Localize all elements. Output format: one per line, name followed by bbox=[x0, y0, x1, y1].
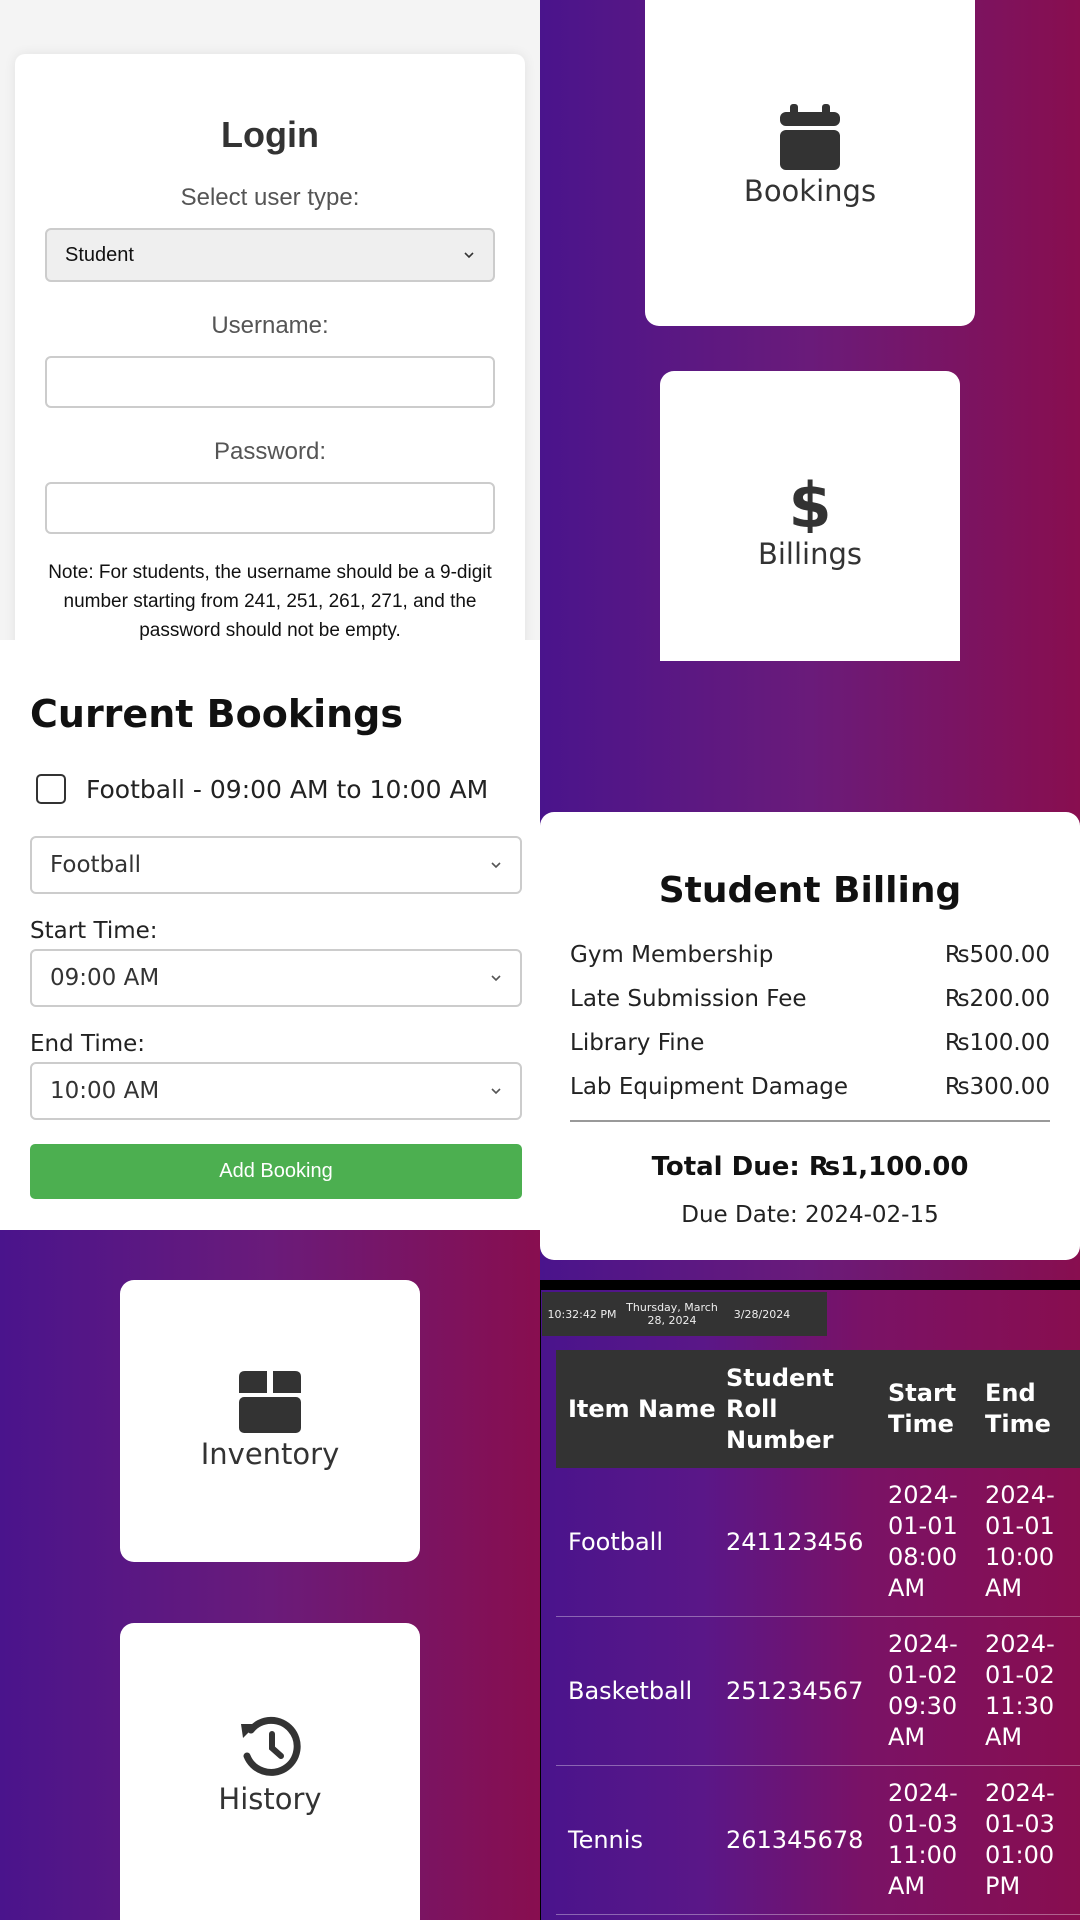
chevron-down-icon bbox=[491, 862, 501, 869]
column-header: End Time bbox=[985, 1379, 1051, 1438]
clock-time: 10:32:42 PM bbox=[547, 1307, 617, 1321]
clock-date-short: 3/28/2024 bbox=[733, 1307, 791, 1321]
clock-bar: 10:32:42 PM Thursday, March 28, 2024 3/2… bbox=[542, 1292, 827, 1336]
chevron-down-icon bbox=[491, 975, 501, 982]
login-title: Login bbox=[221, 114, 319, 155]
billing-item: Gym Membership ₨500.00 bbox=[570, 942, 1050, 986]
user-type-value: Student bbox=[65, 243, 134, 266]
billings-tile[interactable]: $ Billings bbox=[660, 371, 960, 661]
history-tile-label: History bbox=[218, 1782, 322, 1816]
table-cell: 2024-01-01 10:00 AM bbox=[985, 1481, 1055, 1602]
end-time-label: End Time: bbox=[30, 1031, 146, 1057]
column-header: Item Name bbox=[568, 1394, 716, 1423]
history-icon bbox=[241, 1716, 301, 1776]
history-table-panel: 10:32:42 PM Thursday, March 28, 2024 3/2… bbox=[540, 1280, 1080, 1920]
calendar-icon bbox=[780, 104, 840, 170]
password-field[interactable] bbox=[45, 482, 495, 534]
end-time-value: 10:00 AM bbox=[50, 1078, 160, 1104]
billing-divider bbox=[570, 1120, 1050, 1122]
end-time-select[interactable]: 10:00 AM bbox=[30, 1062, 522, 1120]
inventory-tile-label: Inventory bbox=[200, 1437, 340, 1471]
table-row: Tennis 261345678 2024-01-03 11:00 AM 202… bbox=[556, 1766, 1080, 1915]
history-table: Item Name Student Roll Number Start Time… bbox=[556, 1350, 1080, 1915]
billing-item-amount: ₨200.00 bbox=[944, 986, 1050, 1012]
user-type-select[interactable]: Student bbox=[45, 228, 495, 282]
billing-due-date: Due Date: 2024-02-15 bbox=[681, 1202, 939, 1228]
table-cell: 251234567 bbox=[726, 1676, 864, 1705]
booking-list-item: Football - 09:00 AM to 10:00 AM bbox=[36, 774, 488, 804]
table-cell: Football bbox=[568, 1527, 664, 1556]
dollar-icon: $ bbox=[790, 473, 830, 533]
billing-item-name: Library Fine bbox=[570, 1030, 705, 1056]
billing-title: Student Billing bbox=[658, 870, 962, 911]
billings-tile-label: Billings bbox=[757, 537, 863, 571]
table-cell: 2024-01-01 08:00 AM bbox=[888, 1481, 958, 1602]
booking-checkbox[interactable] bbox=[36, 774, 66, 804]
student-billing-card: Student Billing Gym Membership ₨500.00 L… bbox=[540, 812, 1080, 1260]
sport-select[interactable]: Football bbox=[30, 836, 522, 894]
billing-item-amount: ₨100.00 bbox=[944, 1030, 1050, 1056]
table-header: Item Name Student Roll Number Start Time… bbox=[556, 1350, 1080, 1468]
chevron-down-icon bbox=[464, 252, 474, 259]
dashboard-tiles-panel: Bookings $ Billings bbox=[540, 0, 1080, 812]
box-icon bbox=[239, 1371, 301, 1433]
login-card: Login Select user type: Student Username… bbox=[15, 54, 525, 640]
billing-item-name: Gym Membership bbox=[570, 942, 774, 968]
booking-item-text: Football - 09:00 AM to 10:00 AM bbox=[86, 774, 489, 804]
billing-item-amount: ₨300.00 bbox=[944, 1074, 1050, 1100]
svg-text:$: $ bbox=[790, 473, 830, 533]
username-field[interactable] bbox=[45, 356, 495, 408]
start-time-select[interactable]: 09:00 AM bbox=[30, 949, 522, 1007]
chevron-down-icon bbox=[491, 1088, 501, 1095]
billing-item-amount: ₨500.00 bbox=[944, 942, 1050, 968]
table-cell: Tennis bbox=[568, 1825, 643, 1854]
sport-select-value: Football bbox=[50, 852, 142, 878]
table-cell: 2024-01-02 09:30 AM bbox=[888, 1630, 958, 1751]
billing-item: Late Submission Fee ₨200.00 bbox=[570, 986, 1050, 1030]
current-bookings-title: Current Bookings bbox=[30, 692, 403, 736]
user-type-label: Select user type: bbox=[180, 184, 360, 211]
password-label: Password: bbox=[213, 438, 327, 465]
table-cell: 2024-01-03 11:00 AM bbox=[888, 1779, 958, 1900]
billing-items: Gym Membership ₨500.00 Late Submission F… bbox=[570, 942, 1050, 1118]
table-cell: 261345678 bbox=[726, 1825, 864, 1854]
login-note: Note: For students, the username should … bbox=[48, 562, 492, 640]
start-time-label: Start Time: bbox=[30, 918, 158, 944]
table-cell: 2024-01-03 01:00 PM bbox=[985, 1779, 1055, 1900]
column-header: Student Roll Number bbox=[726, 1363, 834, 1454]
table-row: Football 241123456 2024-01-01 08:00 AM 2… bbox=[556, 1468, 1080, 1617]
billing-item-name: Lab Equipment Damage bbox=[570, 1074, 849, 1100]
bookings-tile[interactable]: Bookings bbox=[645, 0, 975, 326]
billing-item: Lab Equipment Damage ₨300.00 bbox=[570, 1074, 1050, 1118]
add-booking-button[interactable]: Add Booking bbox=[30, 1144, 522, 1199]
column-header: Start Time bbox=[888, 1379, 957, 1438]
username-label: Username: bbox=[211, 312, 329, 339]
current-bookings-panel: Current Bookings Football - 09:00 AM to … bbox=[0, 640, 540, 1230]
start-time-value: 09:00 AM bbox=[50, 965, 160, 991]
bookings-tile-label: Bookings bbox=[743, 174, 877, 208]
table-row: Basketball 251234567 2024-01-02 09:30 AM… bbox=[556, 1617, 1080, 1766]
dashboard-tiles-panel-bottom: Inventory History bbox=[0, 1230, 540, 1920]
login-panel: Login Select user type: Student Username… bbox=[0, 0, 540, 640]
history-tile[interactable]: History bbox=[120, 1623, 420, 1920]
table-cell: 2024-01-02 11:30 AM bbox=[985, 1630, 1055, 1751]
billing-item: Library Fine ₨100.00 bbox=[570, 1030, 1050, 1074]
billing-total: Total Due: ₨1,100.00 bbox=[651, 1152, 969, 1182]
clock-date-long: Thursday, March 28, 2024 bbox=[626, 1301, 718, 1327]
inventory-tile[interactable]: Inventory bbox=[120, 1280, 420, 1562]
billing-item-name: Late Submission Fee bbox=[570, 986, 807, 1012]
table-cell: 241123456 bbox=[726, 1527, 864, 1556]
table-cell: Basketball bbox=[568, 1676, 693, 1705]
